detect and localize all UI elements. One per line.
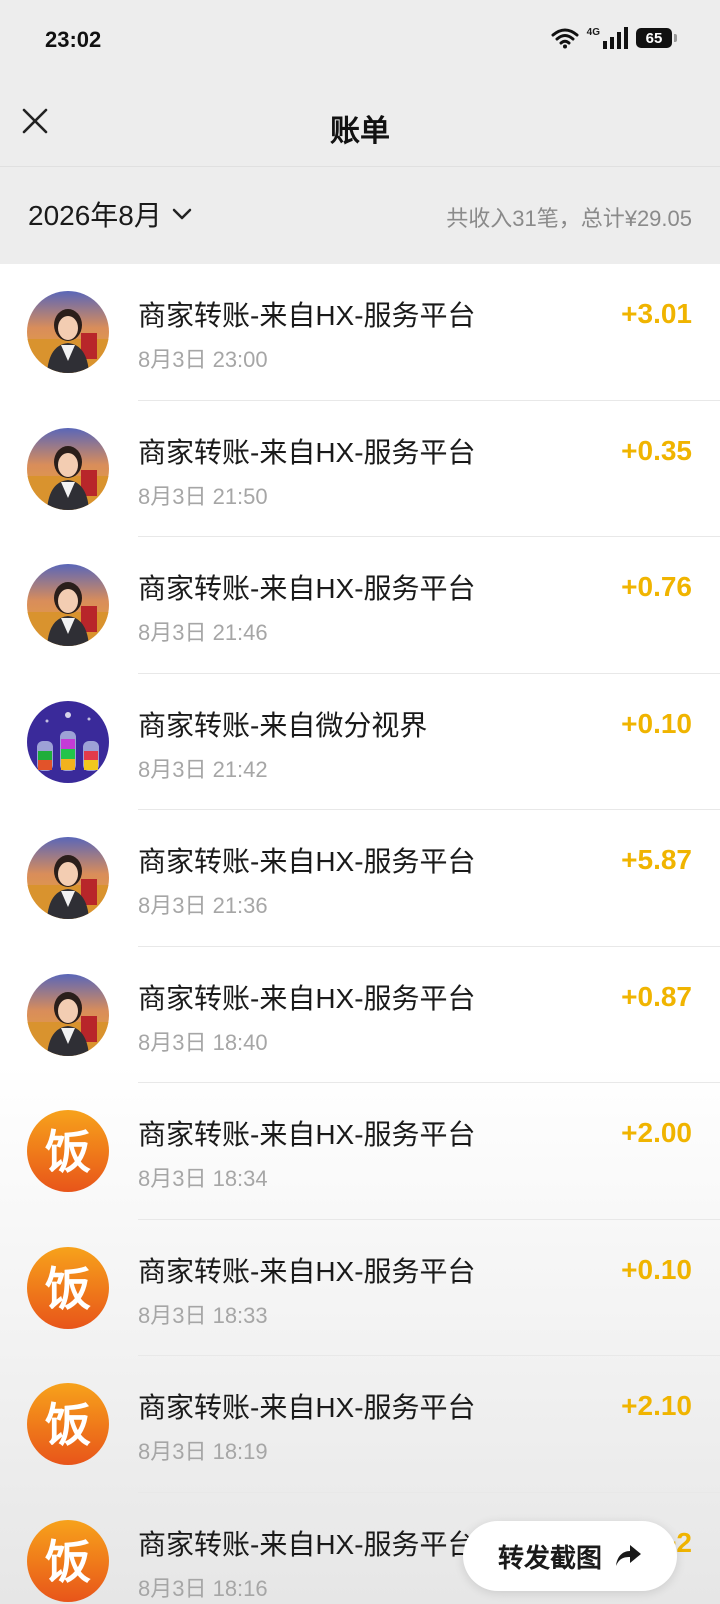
svg-text:饭: 饭 (45, 1398, 91, 1452)
transaction-amount: +0.35 (621, 434, 692, 466)
chevron-down-icon (172, 208, 192, 220)
filter-bar: 2026年8月 共收入31笔，总计¥29.05 (0, 167, 720, 264)
transaction-item[interactable]: 饭 商家转账-来自HX-服务平台 8月3日 18:34 +2.00 (0, 1083, 720, 1220)
transaction-item[interactable]: 饭 商家转账-来自HX-服务平台 8月3日 18:19 +2.10 (0, 1356, 720, 1493)
transaction-title: 商家转账-来自HX-服务平台 (138, 573, 476, 604)
transaction-title: 商家转账-来自微分视界 (138, 709, 428, 741)
svg-text:饭: 饭 (45, 1535, 91, 1589)
share-arrow-icon (616, 1545, 641, 1566)
transaction-time: 8月3日 18:33 (138, 1302, 268, 1328)
transaction-amount: +2.10 (621, 1390, 692, 1421)
transaction-time: 8月3日 21:46 (138, 620, 268, 645)
woman-avatar (27, 973, 109, 1056)
forward-screenshot-button[interactable]: 转发截图 (463, 1521, 677, 1591)
transaction-time: 8月3日 18:40 (138, 1029, 268, 1055)
transaction-title: 商家转账-来自HX-服务平台 (138, 300, 476, 331)
transaction-amount: +5.87 (621, 844, 692, 875)
transaction-amount: +3.01 (621, 298, 692, 329)
signal-icon (603, 27, 628, 49)
transaction-amount: +0.10 (621, 707, 692, 739)
nav-bar: 账单 (0, 84, 720, 167)
transaction-title: 商家转账-来自HX-服务平台 (138, 1528, 476, 1560)
fan-avatar: 饭 (27, 1246, 109, 1329)
transaction-title: 商家转账-来自HX-服务平台 (138, 1119, 476, 1150)
transaction-list: 商家转账-来自HX-服务平台 8月3日 23:00 +3.01 商家转账-来自HX-服… (0, 264, 720, 1604)
svg-text:饭: 饭 (45, 1125, 91, 1179)
woman-avatar (27, 427, 109, 510)
status-icons: 4G 65 (551, 26, 677, 49)
transaction-item[interactable]: 商家转账-来自HX-服务平台 8月3日 18:40 +0.87 (0, 947, 720, 1083)
transaction-title: 商家转账-来自HX-服务平台 (138, 1255, 476, 1287)
transaction-time: 8月3日 23:00 (138, 347, 268, 372)
bottles-avatar (27, 700, 109, 783)
transaction-amount: +2.00 (621, 1117, 692, 1148)
transaction-item[interactable]: 商家转账-来自HX-服务平台 8月3日 23:00 +3.01 (0, 264, 720, 401)
fan-avatar: 饭 (27, 1110, 109, 1192)
transaction-title: 商家转账-来自HX-服务平台 (138, 982, 476, 1014)
transaction-time: 8月3日 18:16 (138, 1575, 268, 1601)
transaction-item[interactable]: 商家转账-来自HX-服务平台 8月3日 21:50 +0.35 (0, 401, 720, 537)
fan-avatar: 饭 (27, 1383, 109, 1465)
transaction-time: 8月3日 18:34 (138, 1166, 268, 1191)
transaction-amount: +0.10 (621, 1253, 692, 1285)
transaction-title: 商家转账-来自HX-服务平台 (138, 846, 476, 877)
transaction-amount: +0.87 (621, 980, 692, 1012)
month-label: 2026年8月 (28, 200, 162, 231)
transaction-item[interactable]: 饭 商家转账-来自HX-服务平台 8月3日 18:33 +0.10 (0, 1220, 720, 1356)
transaction-title: 商家转账-来自HX-服务平台 (138, 1392, 476, 1423)
transaction-amount: +0.76 (621, 571, 692, 602)
status-bar: 23:02 4G 65 (0, 0, 720, 84)
transaction-item[interactable]: 商家转账-来自HX-服务平台 8月3日 21:36 +5.87 (0, 810, 720, 947)
transaction-title: 商家转账-来自HX-服务平台 (138, 436, 476, 468)
battery-icon: 65 (636, 28, 677, 48)
woman-avatar (27, 837, 109, 919)
transaction-time: 8月3日 21:50 (138, 483, 268, 509)
status-time: 23:02 (45, 27, 102, 52)
transaction-time: 8月3日 18:19 (138, 1439, 268, 1464)
fan-avatar: 饭 (27, 1519, 109, 1602)
transaction-item[interactable]: 商家转账-来自HX-服务平台 8月3日 21:46 +0.76 (0, 537, 720, 674)
transaction-item[interactable]: 商家转账-来自微分视界 8月3日 21:42 +0.10 (0, 674, 720, 810)
forward-label: 转发截图 (497, 1542, 602, 1573)
network-type: 4G (586, 26, 600, 38)
transaction-time: 8月3日 21:36 (138, 893, 268, 918)
woman-avatar (27, 291, 109, 373)
month-picker[interactable]: 2026年8月 (28, 194, 192, 234)
transaction-time: 8月3日 21:42 (138, 756, 268, 782)
wifi-icon (551, 28, 579, 49)
income-summary: 共收入31笔，总计¥29.05 (446, 206, 692, 231)
woman-avatar (27, 564, 109, 646)
page-title: 账单 (330, 115, 390, 148)
svg-text:饭: 饭 (45, 1262, 91, 1316)
